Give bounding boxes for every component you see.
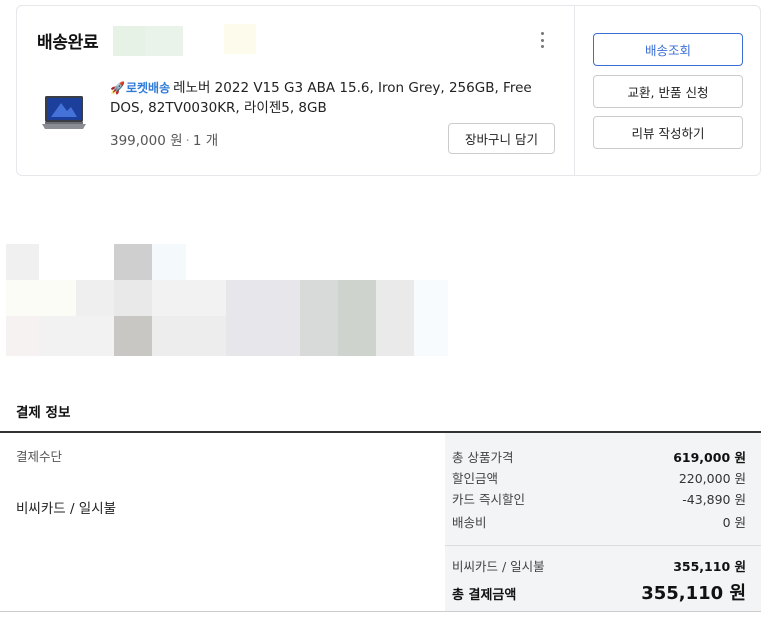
- rocket-delivery-badge: 로켓배송: [125, 81, 171, 95]
- summary-row: 배송비 0 원: [445, 512, 761, 532]
- redacted-block: [145, 26, 183, 56]
- order-actions: 배송조회 교환, 반품 신청 리뷰 작성하기: [574, 6, 760, 175]
- card-payment-row: 비씨카드 / 일시불 355,110 원: [445, 556, 761, 576]
- summary-value: -43,890 원: [682, 492, 746, 507]
- summary-value: 619,000 원: [673, 450, 746, 465]
- separator-dot: ·: [185, 133, 190, 149]
- summary-label: 총 상품가격: [452, 450, 514, 465]
- redacted-region: [6, 244, 448, 356]
- product-title: 레노버 2022 V15 G3 ABA 15.6, Iron Grey, 256…: [110, 80, 532, 116]
- price-line: 399,000 원 · 1 개: [110, 129, 218, 149]
- payment-section-title: 결제 정보: [16, 405, 71, 421]
- card-payment-value: 355,110 원: [673, 559, 746, 574]
- more-options-icon[interactable]: [535, 30, 549, 50]
- bottom-divider: [0, 611, 761, 612]
- rocket-icon: 🚀: [110, 81, 125, 95]
- summary-divider: [445, 545, 761, 546]
- write-review-button[interactable]: 리뷰 작성하기: [593, 116, 743, 149]
- product-quantity: 1 개: [192, 133, 219, 149]
- total-payment-label: 총 결제금액: [452, 588, 517, 603]
- summary-label: 할인금액: [452, 471, 499, 486]
- payment-method-value: 비씨카드 / 일시불: [16, 501, 117, 517]
- payment-summary: 총 상품가격 619,000 원 할인금액 220,000 원 카드 즉시할인 …: [445, 433, 761, 611]
- payment-method-label: 결제수단: [16, 449, 63, 464]
- product-name[interactable]: 🚀로켓배송 레노버 2022 V15 G3 ABA 15.6, Iron Grey…: [110, 78, 555, 118]
- total-payment-value: 355,110 원: [641, 583, 746, 604]
- add-to-cart-button[interactable]: 장바구니 담기: [448, 123, 555, 154]
- order-main: 배송완료 🚀로켓배송 레노버 2022 V15 G3 ABA 15.6, Iron…: [17, 6, 574, 175]
- track-delivery-button[interactable]: 배송조회: [593, 33, 743, 66]
- delivery-status-title: 배송완료: [37, 33, 99, 53]
- summary-value: 0 원: [722, 515, 746, 530]
- laptop-icon[interactable]: [39, 91, 89, 139]
- summary-row: 할인금액 220,000 원: [445, 468, 761, 488]
- product-price: 399,000 원: [110, 133, 183, 149]
- summary-value: 220,000 원: [678, 471, 746, 486]
- card-payment-label: 비씨카드 / 일시불: [452, 559, 545, 574]
- redacted-block: [224, 24, 256, 54]
- exchange-return-button[interactable]: 교환, 반품 신청: [593, 75, 743, 108]
- summary-label: 배송비: [452, 515, 487, 530]
- order-card: 배송완료 🚀로켓배송 레노버 2022 V15 G3 ABA 15.6, Iron…: [16, 5, 761, 176]
- summary-row: 카드 즉시할인 -43,890 원: [445, 489, 761, 509]
- summary-row: 총 상품가격 619,000 원: [445, 447, 761, 467]
- summary-label: 카드 즉시할인: [452, 492, 525, 507]
